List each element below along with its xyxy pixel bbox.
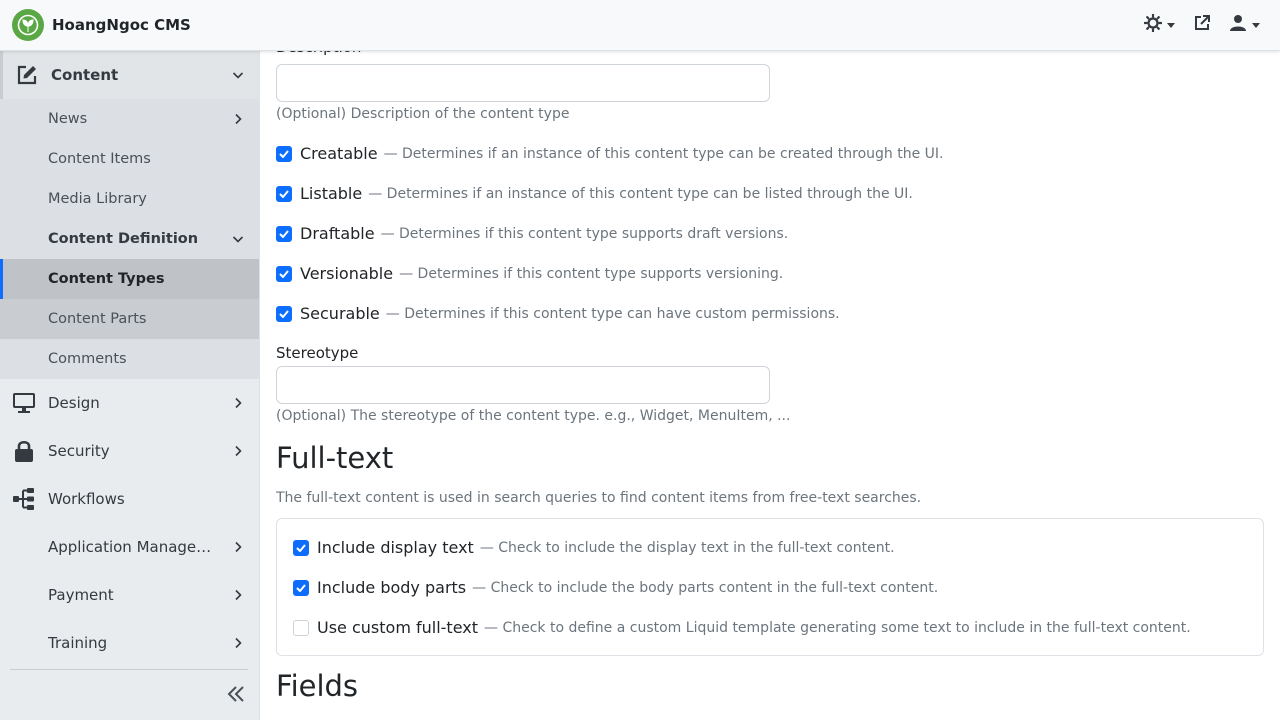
description-input[interactable] xyxy=(276,64,770,102)
include-display-text-checkbox[interactable] xyxy=(293,539,309,556)
sidebar-item-label: Content Types xyxy=(48,271,165,287)
stereotype-hint: (Optional) The stereotype of the content… xyxy=(276,408,791,424)
stereotype-label: Stereotype xyxy=(276,344,359,362)
brand-name: HoangNgoc CMS xyxy=(52,16,191,34)
chevron-down-icon xyxy=(231,232,245,246)
caret-down-icon xyxy=(1167,22,1175,28)
sun-icon xyxy=(1143,13,1163,36)
option-title: Listable xyxy=(300,184,363,203)
versionable-checkbox[interactable] xyxy=(276,265,292,282)
sidebar-item-label: Comments xyxy=(48,351,127,367)
sidebar-item-label: Media Library xyxy=(48,191,147,207)
sidebar-item-training[interactable]: Training xyxy=(0,619,259,667)
main-content: Description (Optional) Description of th… xyxy=(276,38,1264,720)
option-title: Versionable xyxy=(300,264,394,283)
sidebar-item-media-library[interactable]: Media Library xyxy=(0,179,259,219)
brand-logo-icon xyxy=(12,9,44,41)
chevron-right-icon xyxy=(231,444,245,458)
chevron-right-icon xyxy=(231,396,245,410)
fulltext-section-title: Full-text xyxy=(276,441,394,475)
draftable-option[interactable]: Draftable — Determines if this content t… xyxy=(276,224,788,243)
option-title: Draftable xyxy=(300,224,375,243)
sidebar-item-label: Workflows xyxy=(48,490,125,508)
fields-section-title: Fields xyxy=(276,669,359,703)
creatable-checkbox[interactable] xyxy=(276,145,292,162)
option-title: Include body parts xyxy=(317,578,467,597)
option-description: — Determines if an instance of this cont… xyxy=(368,185,913,202)
securable-checkbox[interactable] xyxy=(276,305,292,322)
creatable-option[interactable]: Creatable — Determines if an instance of… xyxy=(276,144,943,163)
draftable-checkbox[interactable] xyxy=(276,225,292,242)
sidebar-item-comments[interactable]: Comments xyxy=(0,339,259,379)
option-description: — Determines if this content type suppor… xyxy=(399,265,784,282)
sidebar-item-label: Payment xyxy=(48,586,114,604)
sidebar-item-label: News xyxy=(48,111,88,127)
chevron-right-icon xyxy=(231,540,245,554)
sidebar-item-label: Design xyxy=(48,394,100,412)
sidebar-item-content-items[interactable]: Content Items xyxy=(0,139,259,179)
top-navbar: HoangNgoc CMS xyxy=(0,0,1280,51)
chevron-right-icon xyxy=(231,588,245,602)
edit-icon xyxy=(15,63,39,87)
chevron-down-icon xyxy=(231,68,245,82)
option-description: — Determines if an instance of this cont… xyxy=(383,145,944,162)
option-title: Include display text xyxy=(317,538,474,557)
sidebar-item-content[interactable]: Content xyxy=(0,51,259,99)
sidebar-item-label: Application Management xyxy=(48,538,216,556)
chevron-right-icon xyxy=(231,636,245,650)
sidebar-item-label: Content xyxy=(51,66,119,84)
sidebar-collapse-button[interactable] xyxy=(222,681,250,711)
option-description: — Determines if this content type suppor… xyxy=(380,225,789,242)
sidebar-item-content-definition[interactable]: Content Definition xyxy=(0,219,259,259)
sidebar-item-label: Security xyxy=(48,442,110,460)
sidebar-item-content-types[interactable]: Content Types xyxy=(0,259,259,299)
description-hint: (Optional) Description of the content ty… xyxy=(276,106,570,122)
sidebar-item-content-parts[interactable]: Content Parts xyxy=(0,299,259,339)
user-menu-button[interactable] xyxy=(1229,14,1260,36)
option-title: Use custom full-text xyxy=(317,618,478,637)
sidebar-divider xyxy=(10,669,248,670)
chevron-right-icon xyxy=(231,112,245,126)
securable-option[interactable]: Securable — Determines if this content t… xyxy=(276,304,840,323)
sidebar-item-workflows[interactable]: Workflows xyxy=(0,475,259,523)
user-icon xyxy=(1229,14,1247,36)
sidebar-item-label: Content Definition xyxy=(48,231,199,247)
fulltext-intro: The full-text content is used in search … xyxy=(276,490,922,506)
sidebar-item-application-management[interactable]: Application Management xyxy=(0,523,259,571)
versionable-option[interactable]: Versionable — Determines if this content… xyxy=(276,264,783,283)
option-title: Securable xyxy=(300,304,380,323)
sidebar-item-payment[interactable]: Payment xyxy=(0,571,259,619)
sitemap-icon xyxy=(12,487,36,511)
brand[interactable]: HoangNgoc CMS xyxy=(12,9,191,41)
sidebar-item-label: Training xyxy=(48,634,108,652)
option-description: — Check to include the display text in t… xyxy=(479,539,895,556)
stereotype-input[interactable] xyxy=(276,366,770,404)
option-description: — Check to include the body parts conten… xyxy=(472,579,939,596)
listable-checkbox[interactable] xyxy=(276,185,292,202)
include-body-parts-checkbox[interactable] xyxy=(293,579,309,596)
sidebar-item-label: Content Parts xyxy=(48,311,147,327)
external-link-icon xyxy=(1193,14,1211,36)
content-submenu: News Content Items Media Library Content… xyxy=(0,99,259,379)
sidebar-item-news[interactable]: News xyxy=(0,99,259,139)
use-custom-fulltext-checkbox[interactable] xyxy=(293,619,309,636)
option-description: — Determines if this content type can ha… xyxy=(385,305,840,322)
theme-toggle-button[interactable] xyxy=(1143,13,1175,36)
desktop-icon xyxy=(12,391,36,415)
listable-option[interactable]: Listable — Determines if an instance of … xyxy=(276,184,913,203)
option-description: — Check to define a custom Liquid templa… xyxy=(484,619,1191,636)
sidebar-item-security[interactable]: Security xyxy=(0,427,259,475)
include-display-text-option[interactable]: Include display text — Check to include … xyxy=(293,538,895,557)
include-body-parts-option[interactable]: Include body parts — Check to include th… xyxy=(293,578,938,597)
sidebar-item-label: Content Items xyxy=(48,151,151,167)
sidebar: Content News Content Items Media Library… xyxy=(0,51,260,720)
fulltext-options-card: Include display text — Check to include … xyxy=(276,518,1264,656)
lock-icon xyxy=(12,439,36,463)
double-chevron-left-icon xyxy=(226,684,246,708)
option-title: Creatable xyxy=(300,144,378,163)
visit-site-button[interactable] xyxy=(1193,14,1211,36)
use-custom-fulltext-option[interactable]: Use custom full-text — Check to define a… xyxy=(293,618,1191,637)
sidebar-item-design[interactable]: Design xyxy=(0,379,259,427)
caret-down-icon xyxy=(1252,22,1260,28)
